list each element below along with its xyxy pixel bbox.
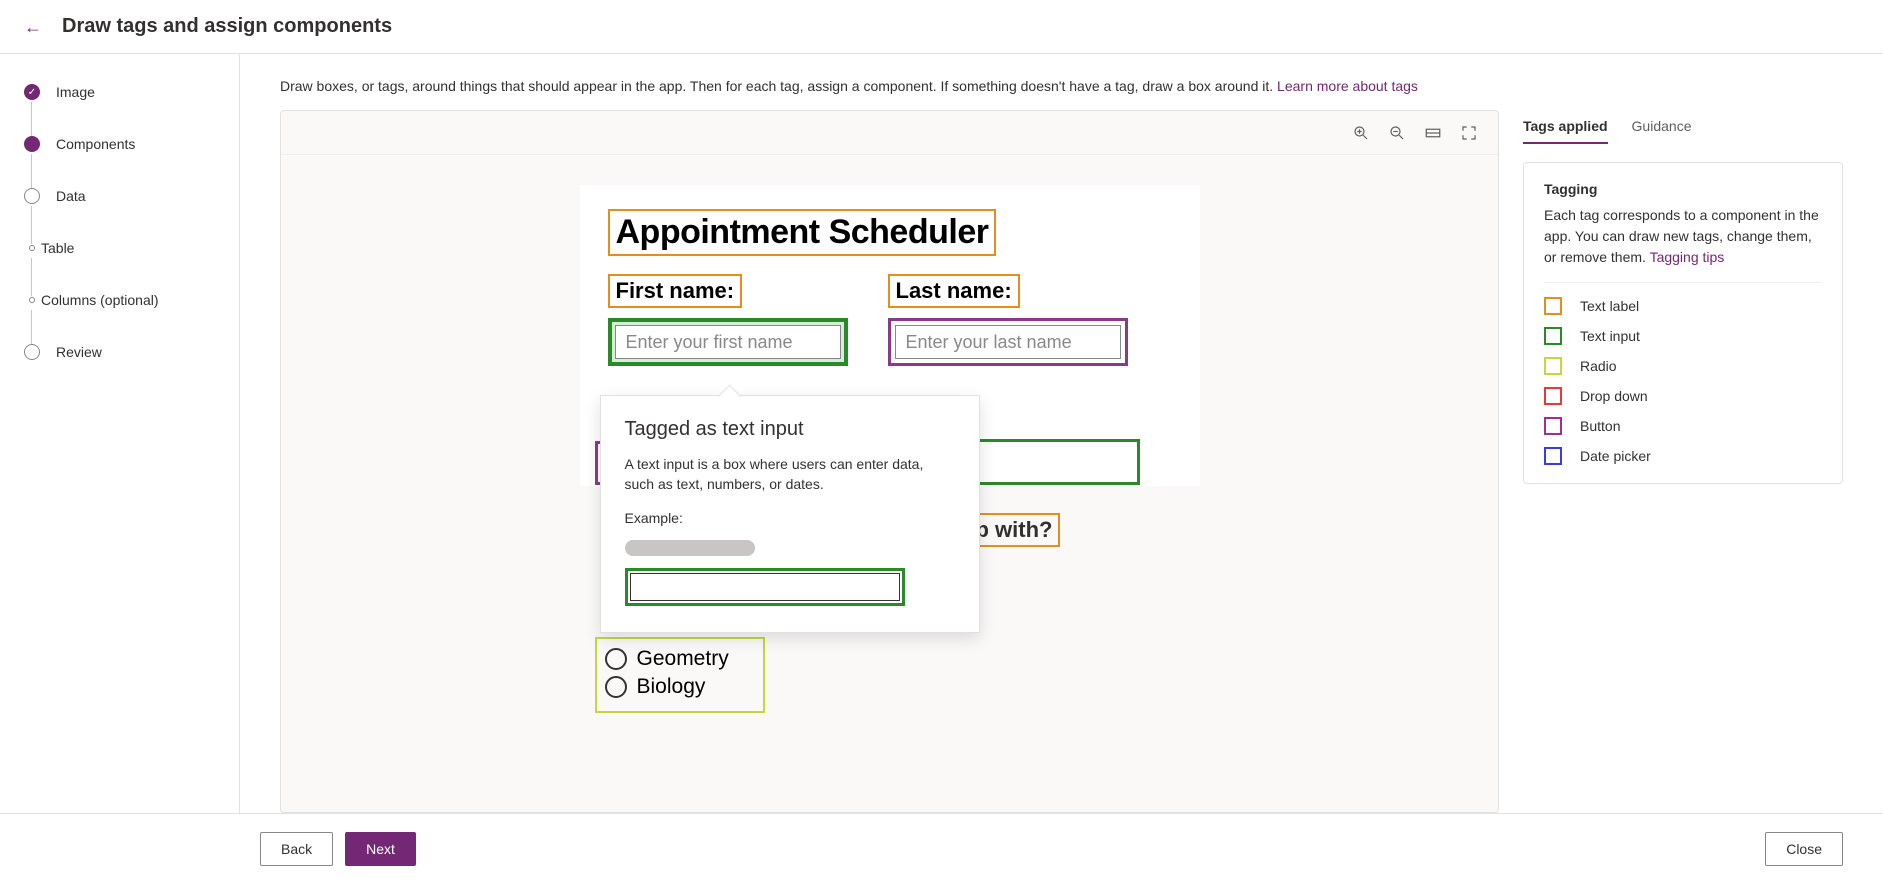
swatch-icon: [1544, 297, 1562, 315]
example-label-placeholder: [625, 540, 755, 556]
zoom-in-icon[interactable]: [1352, 124, 1370, 142]
tag-label-lastname[interactable]: Last name:: [888, 274, 1020, 308]
fit-screen-icon[interactable]: [1460, 124, 1478, 142]
radio-option[interactable]: Geometry: [605, 647, 755, 671]
tagging-card-title: Tagging: [1544, 181, 1822, 197]
tag-input-firstname[interactable]: Enter your first name: [608, 318, 848, 366]
swatch-icon: [1544, 357, 1562, 375]
fit-width-icon[interactable]: [1424, 124, 1442, 142]
tab-tags-applied[interactable]: Tags applied: [1523, 110, 1608, 144]
legend-date-picker[interactable]: Date picker: [1544, 447, 1822, 465]
radio-option[interactable]: Biology: [605, 675, 755, 699]
example-text-input: [625, 568, 905, 606]
right-panel-tabs: Tags applied Guidance: [1523, 110, 1843, 144]
sub-dot-icon: [29, 245, 35, 251]
canvas-toolbar: [281, 111, 1498, 155]
step-table[interactable]: Table: [24, 240, 215, 292]
back-button[interactable]: Back: [260, 832, 333, 866]
legend-drop-down[interactable]: Drop down: [1544, 387, 1822, 405]
swatch-icon: [1544, 417, 1562, 435]
back-arrow-icon[interactable]: ←: [24, 18, 42, 36]
header: ← Draw tags and assign components: [0, 0, 1883, 54]
sub-dot-icon: [29, 297, 35, 303]
tagging-tips-link[interactable]: Tagging tips: [1650, 249, 1725, 265]
tag-input-partial-right[interactable]: [970, 439, 1140, 485]
tag-radio-group[interactable]: Geometry Biology: [595, 637, 765, 713]
legend-button[interactable]: Button: [1544, 417, 1822, 435]
step-review[interactable]: Review: [24, 344, 215, 360]
pending-dot-icon: [24, 344, 40, 360]
step-columns[interactable]: Columns (optional): [24, 292, 215, 344]
tag-legend: Text label Text input Radio Drop do: [1544, 297, 1822, 465]
legend-radio[interactable]: Radio: [1544, 357, 1822, 375]
radio-icon: [605, 648, 627, 670]
step-data[interactable]: Data: [24, 188, 215, 240]
swatch-icon: [1544, 327, 1562, 345]
pending-dot-icon: [24, 188, 40, 204]
learn-more-link[interactable]: Learn more about tags: [1277, 78, 1418, 94]
tagging-card-description: Each tag corresponds to a component in t…: [1544, 205, 1822, 268]
tag-label-firstname[interactable]: First name:: [608, 274, 743, 308]
tag-tooltip: Tagged as text input A text input is a b…: [600, 395, 980, 633]
swatch-icon: [1544, 387, 1562, 405]
check-icon: ✓: [24, 84, 40, 100]
sample-form-image[interactable]: Appointment Scheduler First name: Enter …: [580, 185, 1200, 486]
close-button[interactable]: Close: [1765, 832, 1843, 866]
tab-guidance[interactable]: Guidance: [1632, 110, 1692, 144]
page-title: Draw tags and assign components: [62, 15, 392, 38]
active-dot-icon: [24, 136, 40, 152]
zoom-out-icon[interactable]: [1388, 124, 1406, 142]
tooltip-title: Tagged as text input: [625, 418, 955, 441]
step-components[interactable]: Components: [24, 136, 215, 188]
tag-input-lastname[interactable]: Enter your last name: [888, 318, 1128, 366]
swatch-icon: [1544, 447, 1562, 465]
tag-label-partial[interactable]: p with?: [968, 513, 1061, 547]
legend-text-label[interactable]: Text label: [1544, 297, 1822, 315]
tag-heading[interactable]: Appointment Scheduler: [608, 209, 997, 256]
legend-text-input[interactable]: Text input: [1544, 327, 1822, 345]
step-image[interactable]: ✓ Image: [24, 84, 215, 136]
tagging-canvas: Appointment Scheduler First name: Enter …: [280, 110, 1499, 813]
wizard-steps-sidebar: ✓ Image Components Data Table Columns (o…: [0, 54, 240, 813]
right-panel: Tags applied Guidance Tagging Each tag c…: [1523, 110, 1843, 813]
divider: [1544, 282, 1822, 283]
wizard-footer: Back Next Close: [0, 813, 1883, 883]
radio-icon: [605, 676, 627, 698]
tooltip-description: A text input is a box where users can en…: [625, 455, 955, 494]
tagging-info-card: Tagging Each tag corresponds to a compon…: [1523, 162, 1843, 484]
next-button[interactable]: Next: [345, 832, 416, 866]
tooltip-example-label: Example:: [625, 510, 955, 526]
instructions-text: Draw boxes, or tags, around things that …: [280, 78, 1843, 94]
